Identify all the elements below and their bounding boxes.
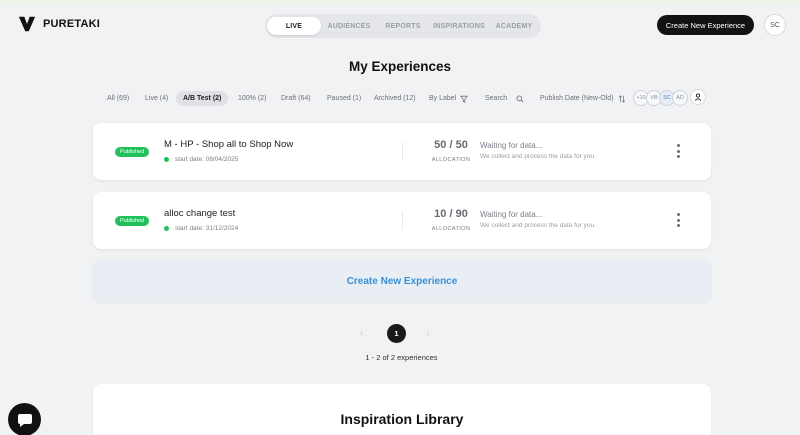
inspiration-library-section: Inspiration Library [93,384,711,435]
pagination: ‹ 1 › [355,324,445,343]
brand-logo[interactable]: PURETAKI [18,15,100,33]
next-page-icon[interactable]: › [426,328,429,339]
avatar-ad[interactable]: AD [672,90,688,106]
experience-name[interactable]: M - HP - Shop all to Shop Now [164,139,293,150]
filter-tab-all[interactable]: All (69) [107,91,129,106]
filter-tab-ab-test[interactable]: A/B Test (2) [176,91,229,106]
filter-tab-archived[interactable]: Archived (12) [374,91,416,106]
filter-bar: All (69) Live (4) A/B Test (2) 100% (2) … [100,89,720,107]
main-nav: LIVE AUDIENCES REPORTS INSPIRATIONS ACAD… [265,14,541,38]
search-label: Search [485,95,508,102]
card-divider [402,211,403,230]
data-status-subtitle: We collect and process the data for you [480,153,595,160]
live-status-dot [164,157,169,162]
start-date-text: start date: 08/04/2025 [175,156,239,163]
card-divider [402,142,403,161]
my-experiences-filter-button[interactable] [690,89,706,105]
inspiration-library-title: Inspiration Library [340,411,464,427]
status-badge: Published [115,216,150,226]
create-new-experience-card[interactable]: Create New Experience [93,260,711,302]
status-badge: Published [115,147,150,157]
sort-label: Publish Date (New-Old) [540,95,614,102]
allocation: 50 / 50 ALLOCATION [416,139,486,163]
data-status-title: Waiting for data... [480,210,543,219]
create-experience-button[interactable]: Create New Experience [657,15,754,35]
pagination-summary: 1 - 2 of 2 experiences [365,353,438,362]
chat-support-button[interactable] [8,403,41,435]
page-title: My Experiences [348,59,452,74]
search-control[interactable]: Search [485,91,524,106]
experience-start-date: start date: 08/04/2025 [164,156,238,163]
start-date-text: start date: 31/12/2024 [175,225,239,232]
previous-page-icon[interactable]: ‹ [360,328,363,339]
by-label-text: By Label [429,95,457,102]
data-status-title: Waiting for data... [480,141,543,150]
nav-tab-live[interactable]: LIVE [267,17,321,35]
user-avatar[interactable]: SC [764,14,786,36]
search-icon [516,95,524,103]
allocation-value: 10 / 90 [434,208,468,220]
user-icon [694,93,702,101]
nav-tab-inspirations[interactable]: INSPIRATIONS [429,17,489,35]
chat-bubble-icon [17,413,32,427]
live-status-dot [164,226,169,231]
more-options-icon[interactable] [673,213,683,227]
allocation-label: ALLOCATION [431,157,471,163]
funnel-icon [460,95,469,103]
by-label-filter[interactable]: By Label [429,91,469,106]
allocation-label: ALLOCATION [431,226,471,232]
filter-tab-draft[interactable]: Draft (64) [281,91,311,106]
data-status: Waiting for data... We collect and proce… [480,210,594,229]
nav-tab-academy[interactable]: ACADEMY [489,17,539,35]
owner-avatar-group[interactable]: +10 VB SC AD [633,90,688,107]
sort-control[interactable]: Publish Date (New-Old) [540,91,626,106]
brand-logo-icon [18,16,36,32]
brand-name: PURETAKI [43,18,101,30]
top-header: PURETAKI LIVE AUDIENCES REPORTS INSPIRAT… [0,5,800,45]
more-options-icon[interactable] [673,144,683,158]
filter-tab-100[interactable]: 100% (2) [238,91,266,106]
experience-card[interactable]: Published alloc change test start date: … [93,192,711,249]
data-status: Waiting for data... We collect and proce… [480,141,594,160]
sort-arrows-icon [618,94,625,103]
nav-tab-reports[interactable]: REPORTS [377,17,429,35]
allocation: 10 / 90 ALLOCATION [416,208,486,232]
filter-tab-live[interactable]: Live (4) [145,91,168,106]
nav-tab-audiences[interactable]: AUDIENCES [321,17,377,35]
data-status-subtitle: We collect and process the data for you [480,222,595,229]
experience-name[interactable]: alloc change test [164,208,235,219]
allocation-value: 50 / 50 [434,139,468,151]
experience-start-date: start date: 31/12/2024 [164,225,238,232]
filter-tab-paused[interactable]: Paused (1) [327,91,361,106]
page-number-current[interactable]: 1 [387,324,406,343]
experience-card[interactable]: Published M - HP - Shop all to Shop Now … [93,123,711,180]
